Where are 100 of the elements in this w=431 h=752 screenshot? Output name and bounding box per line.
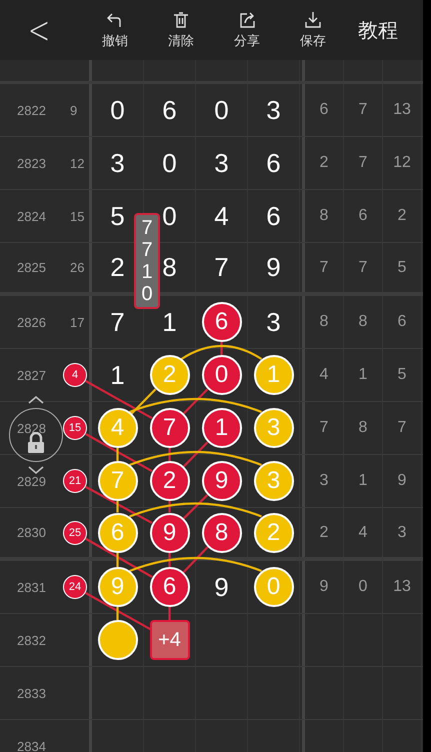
stat-number: 7 [320,419,328,437]
digit-text: 0 [214,94,229,126]
number-ball[interactable]: 1 [202,408,242,448]
stat-number: 4 [320,366,328,384]
number-ball[interactable]: 9 [202,461,242,501]
count-badge: 24 [63,575,87,599]
lock-button[interactable] [9,408,63,462]
stat-number: 2 [398,207,406,225]
digit-text: 4 [214,200,229,232]
issue-number: 2827 [17,368,46,382]
issue-number: 2834 [17,738,46,752]
lock-icon [26,432,46,454]
stat-number: 5 [398,258,406,276]
number-ball[interactable]: 6 [150,567,190,607]
stat-number: 6 [320,101,328,119]
count-badge: 21 [63,469,87,493]
stat-number: 2 [320,524,328,542]
stat-number: 9 [320,578,328,596]
digit-text: 3 [266,306,281,338]
caret-up-icon[interactable] [28,396,44,404]
digit-text: 3 [110,148,125,178]
count-badge: 4 [63,363,87,387]
count-number: 26 [70,260,84,275]
count-number: 12 [70,156,84,170]
stat-number: 3 [398,524,406,542]
digit-text: 1 [162,306,177,338]
stat-number: 13 [393,101,411,119]
issue-number: 2825 [17,260,46,275]
stat-number: 7 [358,101,368,119]
digit-text: 5 [110,200,125,232]
number-ball[interactable]: 0 [202,355,242,395]
trash-icon [172,10,190,28]
digit-text: 2 [110,252,125,283]
number-ball[interactable]: 8 [202,512,242,552]
back-button[interactable]: < [12,8,66,52]
digit-text: 3 [214,148,229,178]
issue-number: 2822 [17,102,46,118]
digit-text: 7 [110,306,125,338]
stat-number: 2 [320,154,328,172]
issue-number: 2824 [17,208,46,224]
stat-number: 7 [358,258,368,276]
digit-text: 8 [162,252,177,283]
issue-number: 2831 [17,580,46,594]
number-ball[interactable]: 2 [150,461,190,501]
toolbar-button[interactable]: 撤销 [92,10,138,50]
number-ball[interactable] [98,620,138,660]
stat-number: 4 [358,524,368,542]
digit-text: 6 [266,200,281,232]
number-ball[interactable]: 9 [150,512,190,552]
stat-number: 12 [393,154,411,172]
count-number: 15 [70,208,84,224]
stat-number: 7 [358,154,368,172]
count-badge: 15 [63,416,87,440]
count-number: 17 [70,314,84,330]
connector-line [168,607,171,620]
tutorial-button[interactable]: 教程 [358,16,398,44]
stat-number: 1 [358,472,368,490]
stat-number: 7 [320,258,328,276]
toolbar-button[interactable]: 保存 [290,10,336,50]
count-badge: 25 [63,520,87,544]
plus-tag[interactable]: +4 [150,620,190,660]
download-icon [304,10,322,28]
issue-number: 2833 [17,686,46,700]
stat-number: 9 [398,472,406,490]
issue-number: 2829 [17,474,46,488]
stat-number: 13 [393,578,411,596]
stat-number: 0 [358,578,368,596]
digit-column-tag: 7710 [134,213,160,309]
caret-down-icon[interactable] [28,466,44,474]
stat-number: 8 [320,207,328,225]
stat-number: 3 [320,472,328,490]
stat-number: 8 [320,313,328,331]
stat-number: 7 [398,419,406,437]
share-icon [238,10,256,28]
stat-number: 6 [358,207,368,225]
toolbar-button[interactable]: 清除 [158,10,204,50]
toolbar-button[interactable]: 分享 [224,10,270,50]
digit-text: 0 [162,200,177,232]
issue-number: 2826 [17,314,46,330]
issue-number: 2832 [17,632,46,648]
number-ball[interactable]: 7 [150,408,190,448]
digit-text: 0 [162,148,177,178]
issue-number: 2823 [17,156,46,170]
digit-text: 3 [266,94,281,126]
count-number: 9 [70,102,78,118]
digit-text: 9 [266,252,281,283]
stat-number: 8 [358,313,368,331]
issue-number: 2830 [17,525,46,540]
number-ball[interactable]: 6 [202,302,242,342]
digit-text: 1 [110,360,125,390]
stat-number: 6 [398,313,406,331]
digit-text: 9 [214,572,229,602]
issue-number: 2828 [17,420,46,436]
stat-number: 8 [358,419,368,437]
stat-number: 1 [358,366,368,384]
digit-text: 6 [162,94,177,126]
digit-text: 7 [214,252,229,283]
stat-number: 5 [398,366,406,384]
digit-text: 6 [266,148,281,178]
digit-text: 0 [110,94,125,126]
